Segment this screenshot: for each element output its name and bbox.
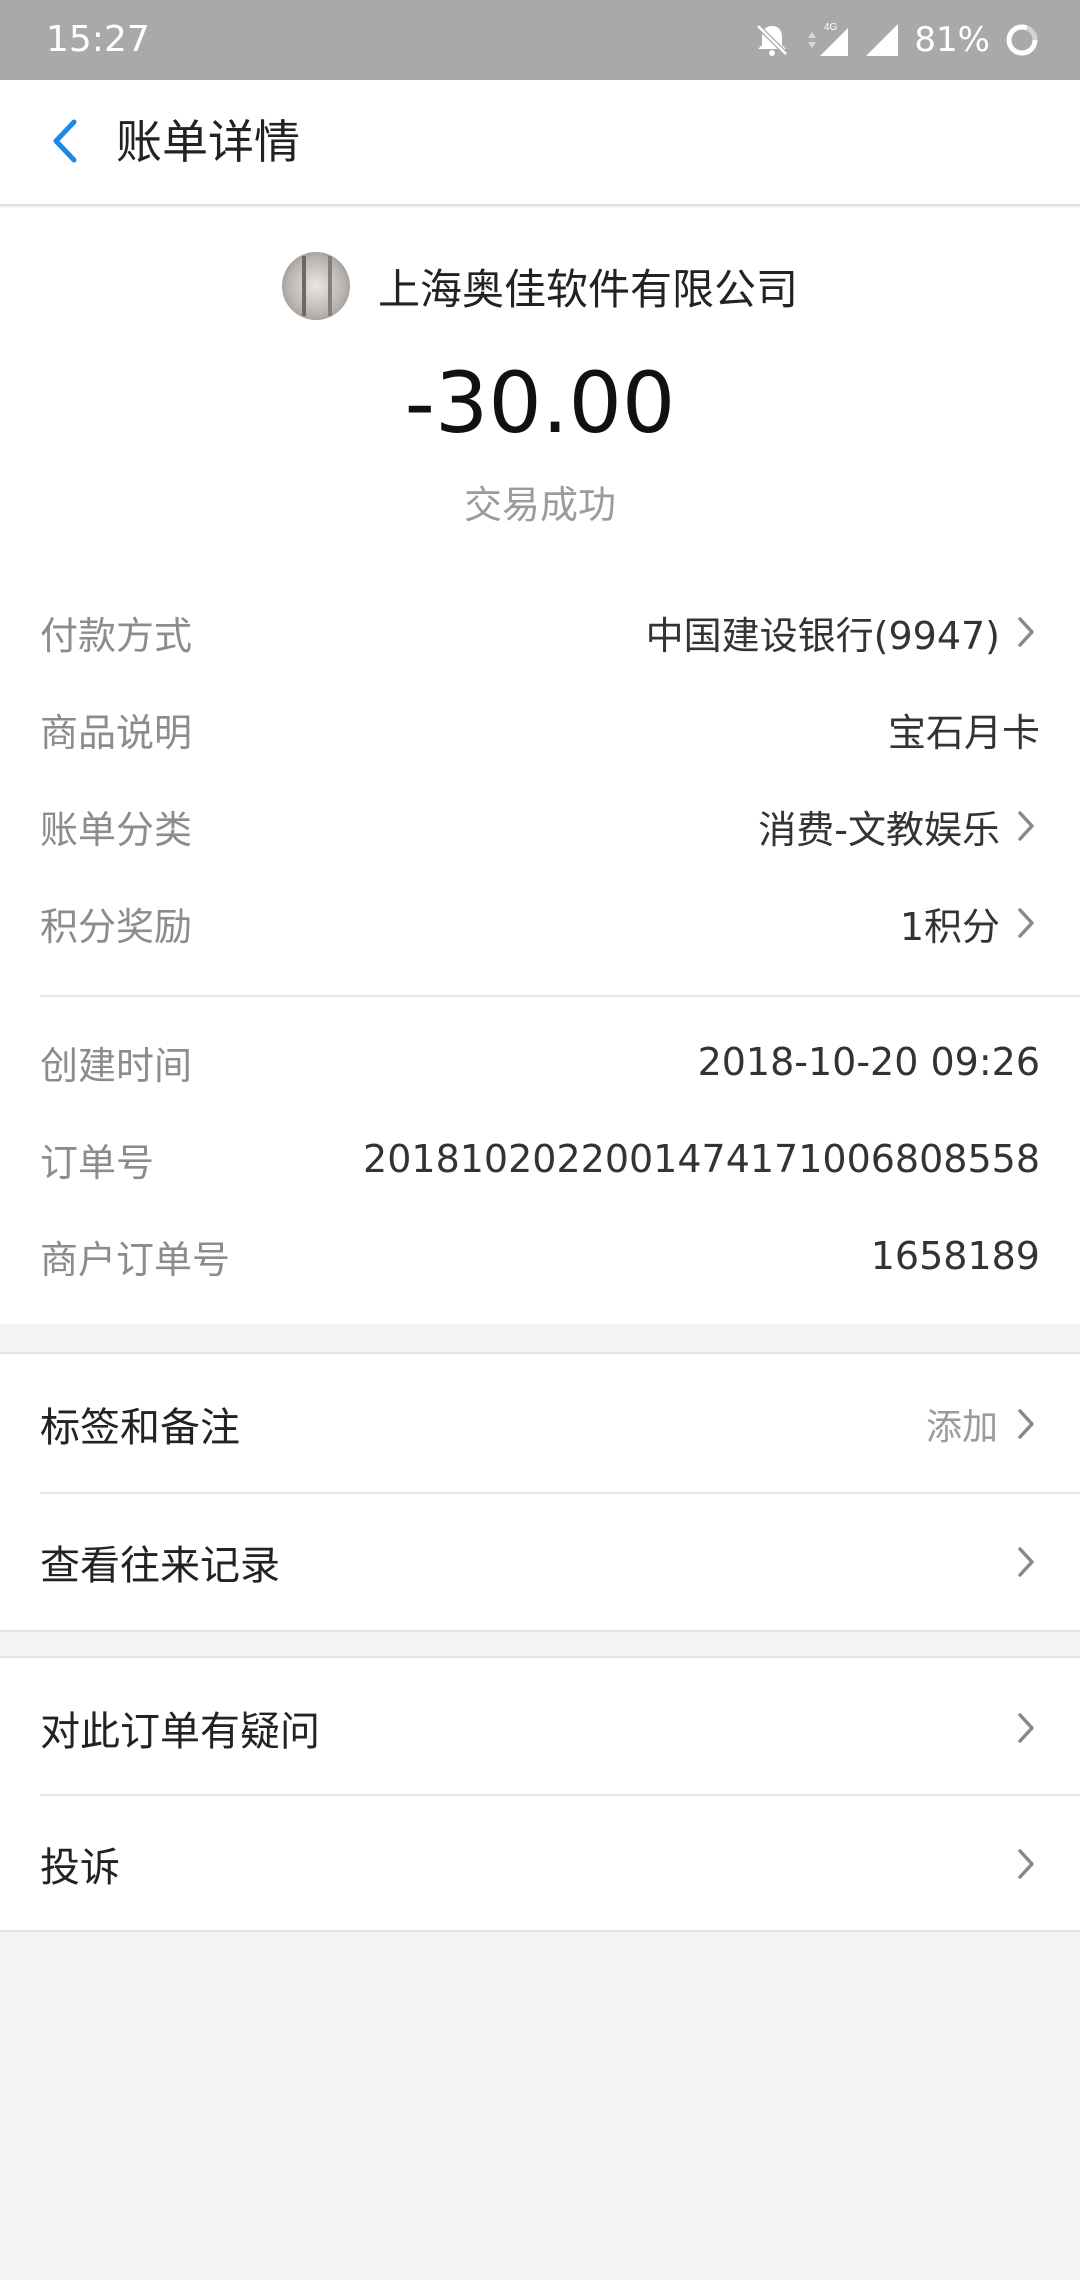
divider [40, 995, 1080, 997]
action-label: 标签和备注 [40, 1405, 240, 1451]
add-hint: 添加 [925, 1407, 998, 1448]
page-title: 账单详情 [116, 115, 300, 169]
chevron-right-icon [1012, 1708, 1040, 1748]
detail-row-category[interactable]: 账单分类 消费-文教娱乐 [40, 778, 1040, 874]
detail-row-product: 商品说明 宝石月卡 [40, 681, 1040, 777]
detail-label: 付款方式 [40, 613, 193, 658]
battery-icon [1004, 22, 1040, 58]
mute-bell-icon [752, 20, 792, 60]
chevron-right-icon [1012, 1844, 1040, 1884]
detail-label: 商品说明 [40, 710, 193, 755]
detail-label: 创建时间 [40, 1043, 193, 1088]
chevron-right-icon [1012, 1404, 1040, 1444]
status-time: 15:27 [46, 19, 150, 60]
action-label: 查看往来记录 [40, 1543, 280, 1589]
tags-notes-row[interactable]: 标签和备注 添加 [40, 1356, 1040, 1492]
network-label: 4G [824, 22, 838, 33]
action-section-1: 标签和备注 添加 查看往来记录 [0, 1352, 1080, 1632]
detail-value: 1658189 [870, 1234, 1040, 1278]
chevron-left-icon [48, 116, 82, 170]
bill-detail-card: 上海奥佳软件有限公司 -30.00 交易成功 付款方式 中国建设银行(9947)… [0, 208, 1080, 1324]
app-header: 账单详情 [0, 80, 1080, 206]
signal-4g-icon: 4G [806, 20, 850, 60]
detail-label: 账单分类 [40, 807, 193, 852]
chevron-right-icon [1012, 1542, 1040, 1582]
transaction-status: 交易成功 [463, 483, 616, 527]
detail-value: 宝石月卡 [887, 710, 1040, 755]
detail-label: 积分奖励 [40, 904, 193, 949]
detail-label: 商户订单号 [40, 1237, 231, 1282]
detail-value: 2018-10-20 09:26 [697, 1040, 1040, 1084]
detail-value: 2018102022001474171006808558 [363, 1137, 1040, 1181]
detail-value: 消费-文教娱乐 [758, 807, 1000, 852]
action-section-2: 对此订单有疑问 投诉 [0, 1656, 1080, 1932]
chevron-right-icon [1012, 612, 1040, 652]
detail-row-created-time: 创建时间 2018-10-20 09:26 [40, 1014, 1040, 1110]
view-history-row[interactable]: 查看往来记录 [40, 1494, 1040, 1630]
detail-value: 中国建设银行(9947) [645, 613, 1000, 658]
detail-row-payment-method[interactable]: 付款方式 中国建设银行(9947) [40, 584, 1040, 680]
merchant-avatar [281, 252, 350, 320]
detail-row-merchant-order-number: 商户订单号 1658189 [40, 1208, 1040, 1304]
action-label: 投诉 [40, 1845, 120, 1891]
detail-label: 订单号 [40, 1140, 155, 1185]
status-bar: 15:27 4G 81% [0, 0, 1080, 80]
status-icons: 4G 81% [752, 0, 1040, 80]
transaction-amount: -30.00 [404, 354, 676, 452]
order-question-row[interactable]: 对此订单有疑问 [40, 1660, 1040, 1796]
back-button[interactable] [26, 104, 104, 182]
battery-percentage: 81% [914, 20, 990, 60]
detail-row-points[interactable]: 积分奖励 1积分 [40, 875, 1040, 971]
chevron-right-icon [1012, 903, 1040, 943]
signal-icon [864, 22, 900, 58]
detail-value: 1积分 [899, 904, 1000, 949]
merchant-row: 上海奥佳软件有限公司 [0, 244, 1080, 328]
complaint-row[interactable]: 投诉 [40, 1796, 1040, 1932]
chevron-right-icon [1012, 806, 1040, 846]
detail-row-order-number: 订单号 2018102022001474171006808558 [40, 1111, 1040, 1207]
merchant-name: 上海奥佳软件有限公司 [377, 264, 798, 314]
action-label: 对此订单有疑问 [40, 1709, 320, 1755]
